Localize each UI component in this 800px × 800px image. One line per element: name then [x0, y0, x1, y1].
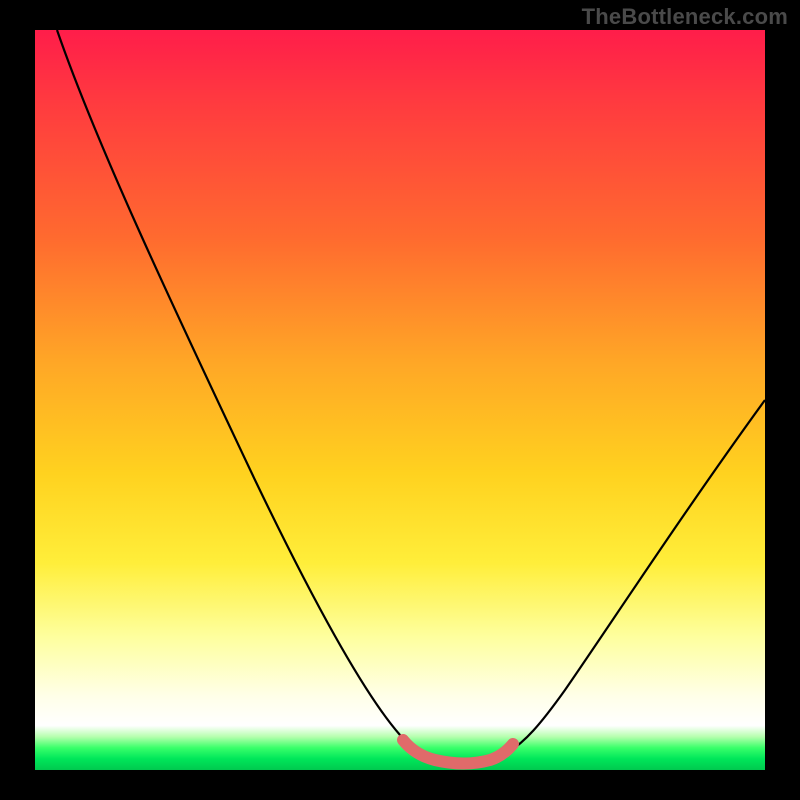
black-curve — [57, 30, 765, 763]
plot-area — [35, 30, 765, 770]
curve-layer — [35, 30, 765, 770]
watermark-text: TheBottleneck.com — [582, 4, 788, 30]
pink-floor — [403, 740, 513, 764]
chart-frame: TheBottleneck.com — [0, 0, 800, 800]
